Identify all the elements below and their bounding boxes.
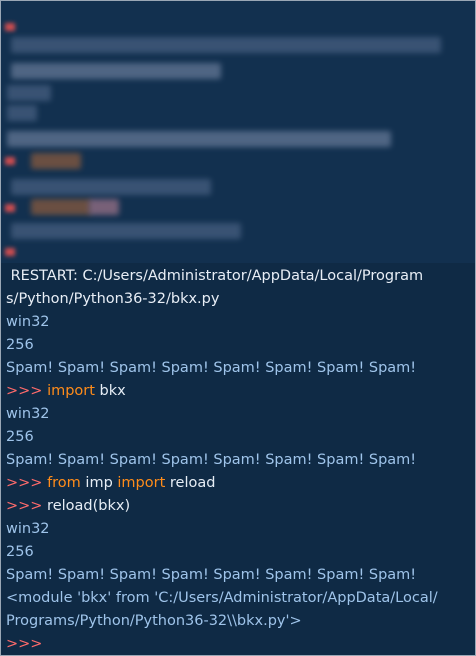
- blurred-history: [1, 1, 475, 263]
- keyword-import: import: [117, 475, 166, 491]
- keyword-from: from: [47, 475, 81, 491]
- output-platform: win32: [6, 406, 50, 422]
- python-shell-window[interactable]: RESTART: C:/Users/Administrator/AppData/…: [0, 0, 476, 656]
- prompt-marker: >>>: [6, 498, 43, 514]
- module-name: bkx: [94, 383, 126, 399]
- reload-call: reload(bkx): [42, 498, 131, 514]
- module-name: imp: [80, 475, 118, 491]
- output-number: 256: [6, 544, 34, 560]
- restart-line-continued: s/Python/Python36-32/bkx.py: [6, 291, 220, 307]
- input-prompt-line[interactable]: >>>: [6, 633, 471, 655]
- command-line-import: >>> import bkx: [6, 380, 471, 403]
- keyword-import: import: [47, 383, 95, 399]
- prompt-marker: >>>: [6, 383, 43, 399]
- output-platform: win32: [6, 521, 50, 537]
- module-repr-continued: Programs/Python/Python36-32\\bkx.py'>: [6, 613, 302, 629]
- command-line-from-import: >>> from imp import reload: [6, 472, 471, 495]
- shell-output: RESTART: C:/Users/Administrator/AppData/…: [1, 265, 475, 655]
- output-number: 256: [6, 429, 34, 445]
- module-repr: <module 'bkx' from 'C:/Users/Administrat…: [6, 590, 438, 606]
- prompt-marker: >>>: [6, 636, 43, 652]
- output-spam: Spam! Spam! Spam! Spam! Spam! Spam! Spam…: [6, 360, 417, 376]
- prompt-marker: >>>: [6, 475, 43, 491]
- output-platform: win32: [6, 314, 50, 330]
- output-spam: Spam! Spam! Spam! Spam! Spam! Spam! Spam…: [6, 567, 417, 583]
- output-number: 256: [6, 337, 34, 353]
- imported-name: reload: [165, 475, 216, 491]
- command-line-reload: >>> reload(bkx): [6, 495, 471, 518]
- restart-line: RESTART: C:/Users/Administrator/AppData/…: [6, 268, 424, 284]
- output-spam: Spam! Spam! Spam! Spam! Spam! Spam! Spam…: [6, 452, 417, 468]
